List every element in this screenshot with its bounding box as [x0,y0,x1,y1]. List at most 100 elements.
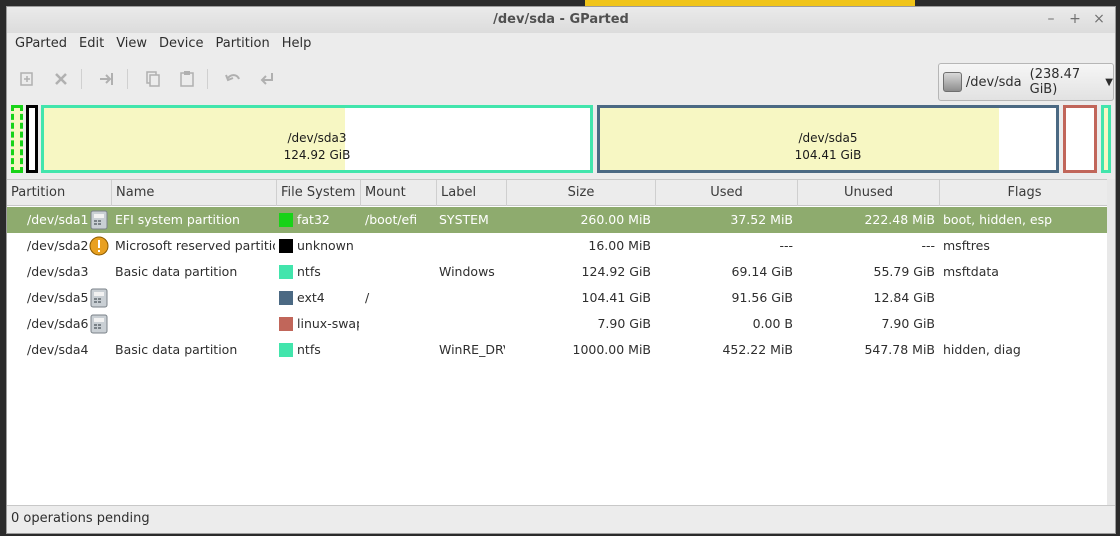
device-selector[interactable]: /dev/sda (238.47 GiB) ▼ [938,63,1114,101]
col-size[interactable]: Size [506,180,655,206]
maximize-button[interactable]: + [1067,11,1083,27]
table-row[interactable]: /dev/sda2 Microsoft reserved partition unk… [7,233,1115,259]
menu-gparted[interactable]: GParted [9,33,73,55]
toolbar: /dev/sda (238.47 GiB) ▼ [7,55,1115,101]
col-mountpoint[interactable]: Mount Point [360,180,436,226]
diskmap-sda3-label: /dev/sda3 124.92 GiB [44,130,590,164]
diskmap-sda1[interactable] [11,105,23,173]
menu-bar: GParted Edit View Device Partition Help [7,33,1115,55]
table-header: Partition Name File System Mount Point L… [7,180,1115,226]
cell-name: Basic data partition [115,264,238,279]
cell-label [439,311,505,337]
col-unused[interactable]: Unused [797,180,939,206]
minimize-button[interactable]: – [1043,11,1059,27]
cell-partition: /dev/sda1 [27,212,89,227]
cell-partition: /dev/sda5 [27,290,89,305]
gparted-window: /dev/sda - GParted – + × GParted Edit Vi… [6,6,1116,534]
cell-filesystem: fat32 [297,212,330,227]
cell-unused: --- [921,238,935,253]
cell-unused: 7.90 GiB [881,316,935,331]
diskmap-sda5-size: 104.41 GiB [794,148,862,162]
table-row[interactable]: /dev/sda1 EFI system partition fat32/boot/… [7,207,1115,233]
diskmap-sda5[interactable]: /dev/sda5 104.41 GiB [597,105,1059,173]
delete-icon [55,73,67,85]
cell-mountpoint [365,233,435,259]
mounted-lock-icon [89,314,109,334]
vertical-scrollbar[interactable] [1107,179,1115,507]
filesystem-color-swatch [279,291,293,305]
filesystem-color-swatch [279,265,293,279]
menu-partition[interactable]: Partition [210,33,276,55]
table-row[interactable]: /dev/sda6 linux-swap 7.90 GiB 0.00 B 7.90 Gi… [7,311,1115,337]
cell-name [115,285,275,311]
diskmap-sda5-label: /dev/sda5 104.41 GiB [600,130,1056,164]
apply-button[interactable] [255,67,279,91]
cell-filesystem: linux-swap [297,316,359,331]
undo-icon [225,74,240,82]
menu-edit[interactable]: Edit [73,33,110,55]
table-row[interactable]: /dev/sda3 Basic data partition ntfs Windows… [7,259,1115,285]
col-name[interactable]: Name [111,180,276,206]
cell-size: 1000.00 MiB [572,342,652,357]
diskmap-sda4[interactable] [1101,105,1111,173]
filesystem-color-swatch [279,239,293,253]
diskmap-sda3-size: 124.92 GiB [283,148,351,162]
col-used[interactable]: Used [655,180,797,206]
mounted-lock-icon [89,288,109,308]
cell-name: EFI system partition [115,212,240,227]
cell-label [439,285,505,311]
col-filesystem[interactable]: File System [276,180,360,206]
cell-name: Microsoft reserved partition [115,238,275,253]
table-row[interactable]: /dev/sda4 Basic data partition ntfs WinRE_D… [7,337,1115,363]
cell-used: 91.56 GiB [731,290,794,305]
close-button[interactable]: × [1091,11,1107,27]
diskmap-sda3[interactable]: /dev/sda3 124.92 GiB [41,105,593,173]
cell-unused: 547.78 MiB [864,342,935,357]
cell-flags: hidden, diag [943,342,1021,357]
cell-unused: 12.84 GiB [873,290,936,305]
paste-icon [180,71,194,87]
diskmap-sda2[interactable] [26,105,38,173]
resize-move-icon [100,73,113,85]
cell-mountpoint: / [365,290,370,305]
device-name: /dev/sda [965,74,1022,90]
toolbar-separator [207,69,208,89]
col-flags[interactable]: Flags [939,180,1109,206]
delete-partition-button[interactable] [49,67,73,91]
new-partition-button[interactable] [15,67,39,91]
cell-name [115,311,275,337]
menu-device[interactable]: Device [153,33,209,55]
menu-help[interactable]: Help [276,33,318,55]
partition-table: Partition Name File System Mount Point L… [7,179,1115,507]
apply-icon [260,73,273,85]
menu-view[interactable]: View [110,33,153,55]
cell-flags [943,311,1109,337]
resize-move-button[interactable] [95,67,119,91]
undo-button[interactable] [221,67,245,91]
cell-label: Windows [439,264,495,279]
cell-partition: /dev/sda6 [27,316,89,331]
cell-label [439,233,505,259]
cell-size: 260.00 MiB [580,212,651,227]
toolbar-separator [81,69,82,89]
mounted-lock-icon [89,210,109,230]
cell-partition: /dev/sda3 [27,264,89,279]
col-label[interactable]: Label [436,180,506,206]
harddisk-icon [943,72,962,92]
device-size: (238.47 GiB) [1029,67,1081,97]
warning-icon [89,236,109,256]
copy-button[interactable] [141,67,165,91]
col-partition[interactable]: Partition [7,180,111,206]
cell-filesystem: ext4 [297,290,325,305]
cell-label: WinRE_DRV [439,342,505,357]
cell-size: 7.90 GiB [597,316,651,331]
cell-flags: boot, hidden, esp [943,212,1053,227]
diskmap-sda6[interactable] [1063,105,1097,173]
cell-size: 104.41 GiB [581,290,651,305]
cell-used: 69.14 GiB [731,264,794,279]
paste-button[interactable] [175,67,199,91]
cell-flags: msftdata [943,264,999,279]
cell-unused: 222.48 MiB [864,212,935,227]
table-row[interactable]: /dev/sda5 ext4 / 104.41 GiB 91.56 GiB 12.84 G… [7,285,1115,311]
cell-filesystem: ntfs [297,342,321,357]
